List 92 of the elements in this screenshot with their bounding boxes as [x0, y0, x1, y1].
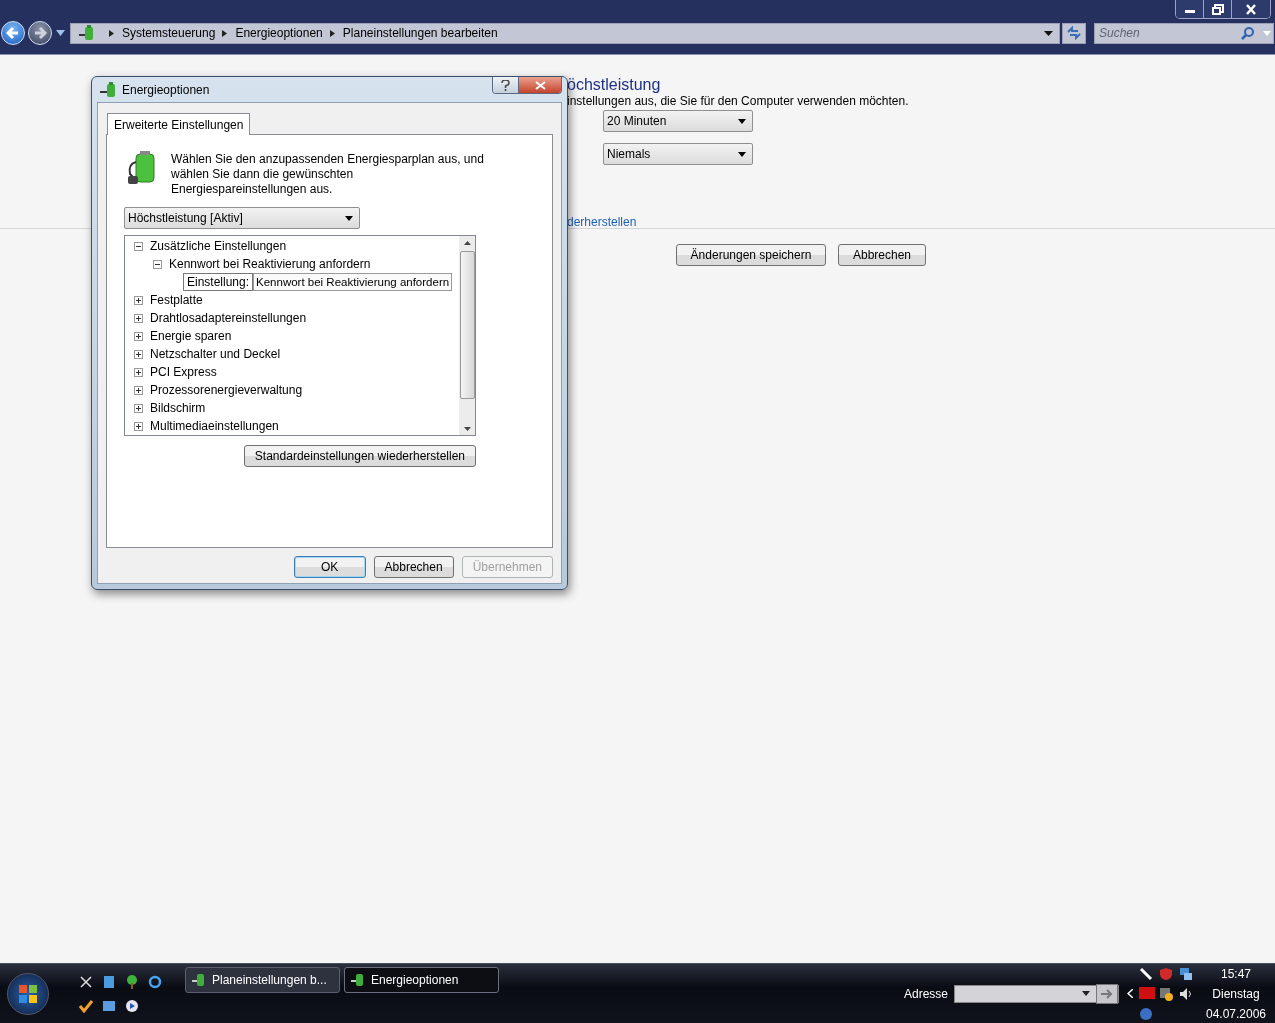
page-button[interactable]: Abbrechen — [838, 244, 926, 266]
dropdown-arrow-icon[interactable] — [1044, 30, 1053, 36]
scroll-up-icon[interactable] — [463, 241, 471, 245]
battery-plug-icon — [100, 81, 118, 98]
tree-item[interactable]: Kennwort bei Reaktivierung anfordern — [169, 257, 371, 271]
clock-date: 04.07.2006 — [1205, 1006, 1267, 1021]
taskbar-button[interactable]: Planeinstellungen b... — [185, 967, 340, 993]
restore-defaults-button[interactable]: Standardeinstellungen wiederherstellen — [243, 445, 476, 467]
search-icon[interactable] — [1241, 26, 1255, 40]
address-label: Adresse — [903, 986, 948, 1001]
battery-plug-icon — [351, 973, 365, 987]
back-button[interactable] — [1, 21, 25, 45]
close-icon — [534, 80, 546, 90]
dropdown[interactable]: 20 Minuten — [603, 110, 753, 132]
setting-label: Einstellung: — [183, 273, 254, 291]
tree-item[interactable]: Bildschirm — [150, 401, 206, 415]
question-mark-icon — [501, 79, 510, 91]
clock-day: Dienstag — [1212, 986, 1260, 1001]
tree-item[interactable]: Prozessorenergieverwaltung — [150, 383, 303, 397]
dropdown-arrow-icon — [738, 118, 746, 124]
chevron-icon[interactable] — [222, 29, 228, 37]
warning-icon[interactable] — [1159, 986, 1173, 1001]
search-box[interactable]: Suchen — [1094, 22, 1274, 44]
minimize-button[interactable] — [1176, 0, 1204, 18]
page-description: instellungen aus, die Sie für den Computer verwenden möchten. — [567, 94, 910, 108]
page-heading: öchstleistung — [567, 76, 662, 94]
tree-item[interactable]: PCI Express — [150, 365, 217, 379]
tree-expander-icon[interactable] — [134, 403, 143, 413]
network-icon[interactable] — [1179, 966, 1193, 981]
address-bar[interactable]: Systemsteuerung Energieoptionen Planeinstellungen bearbeiten — [70, 22, 1060, 44]
arrow-icon — [1101, 988, 1113, 999]
tree-item[interactable]: Multimediaeinstellungen — [150, 419, 279, 433]
battery-plug-icon — [192, 973, 206, 987]
clock-time: 15:47 — [1221, 966, 1251, 981]
setting-value-field[interactable]: Kennwort bei Reaktivierung anfordern — [253, 273, 453, 291]
restore-link[interactable]: derherstellen — [567, 215, 1275, 229]
scroll-down-icon[interactable] — [463, 427, 471, 431]
tree-item[interactable]: Drahtlosadaptereinstellungen — [150, 311, 307, 325]
plan-dropdown[interactable]: Höchstleistung [Aktiv] — [124, 207, 360, 229]
dialog-button[interactable]: Abbrechen — [373, 556, 454, 578]
dropdown[interactable]: Niemals — [603, 143, 753, 165]
instruction-text: Wählen Sie den anzupassenden Energiesparplan aus, und wählen Sie dann die gewünschten Energiespareinstellungen aus. — [171, 152, 485, 197]
arrow-icon — [6, 26, 20, 40]
tree-expander-icon[interactable] — [153, 259, 162, 269]
restore-button[interactable] — [1204, 0, 1232, 18]
arrow-icon — [33, 26, 47, 40]
refresh-button[interactable] — [1062, 22, 1086, 44]
close-button[interactable] — [519, 77, 561, 93]
tree-item[interactable]: Zusätzliche Einstellungen — [150, 239, 287, 253]
tab[interactable]: Erweiterte Einstellungen — [107, 113, 251, 135]
scrollbar[interactable] — [459, 236, 475, 435]
tree-expander-icon[interactable] — [134, 313, 143, 323]
tree-item[interactable]: Energie sparen — [150, 329, 232, 343]
tree-icon[interactable] — [125, 974, 139, 989]
tree-expander-icon[interactable] — [134, 331, 143, 341]
dropdown-arrow-icon[interactable] — [1082, 991, 1090, 996]
go-button[interactable] — [1096, 983, 1118, 1004]
tree-expander-icon[interactable] — [134, 241, 143, 251]
speaker-icon[interactable] — [1179, 986, 1193, 1001]
chevron-icon[interactable] — [329, 29, 335, 37]
close-button[interactable] — [1232, 0, 1270, 18]
tree-expander-icon[interactable] — [134, 385, 143, 395]
chevron-icon[interactable] — [109, 29, 114, 37]
dialog-button[interactable]: OK — [293, 556, 366, 578]
forward-button[interactable] — [28, 21, 52, 45]
restore-icon — [1211, 3, 1224, 15]
dropdown-arrow-icon — [738, 151, 746, 157]
shield-icon[interactable] — [1159, 966, 1173, 981]
taskbar-button[interactable]: Energieoptionen — [344, 967, 499, 993]
tree-expander-icon[interactable] — [134, 421, 143, 431]
windows-logo-icon — [17, 982, 39, 1005]
help-button[interactable] — [493, 77, 519, 93]
close-icon — [1245, 3, 1257, 15]
refresh-icon — [1066, 26, 1082, 40]
scissors-icon[interactable] — [79, 974, 93, 989]
breadcrumb-item[interactable]: Systemsteuerung — [122, 26, 216, 40]
checkmark-icon[interactable] — [79, 998, 93, 1013]
tree-expander-icon[interactable] — [134, 367, 143, 377]
tree-expander-icon[interactable] — [134, 295, 143, 305]
tree-item[interactable]: Festplatte — [150, 293, 203, 307]
breadcrumb-item[interactable]: Planeinstellungen bearbeiten — [342, 26, 498, 40]
play-icon[interactable] — [125, 998, 139, 1013]
dropdown-arrow-icon — [345, 215, 353, 221]
tree-expander-icon[interactable] — [134, 349, 143, 359]
start-button[interactable] — [7, 972, 49, 1015]
page-button[interactable]: Änderungen speichern — [676, 244, 826, 266]
dialog-title: Energieoptionen — [122, 82, 210, 97]
search-field[interactable]: Suchen — [1095, 25, 1241, 41]
dropdown-arrow-icon[interactable] — [56, 30, 65, 36]
tree-item[interactable]: Netzschalter und Deckel — [150, 347, 281, 361]
chevron-icon[interactable] — [1127, 989, 1133, 998]
breadcrumb-item[interactable]: Energieoptionen — [235, 26, 323, 40]
